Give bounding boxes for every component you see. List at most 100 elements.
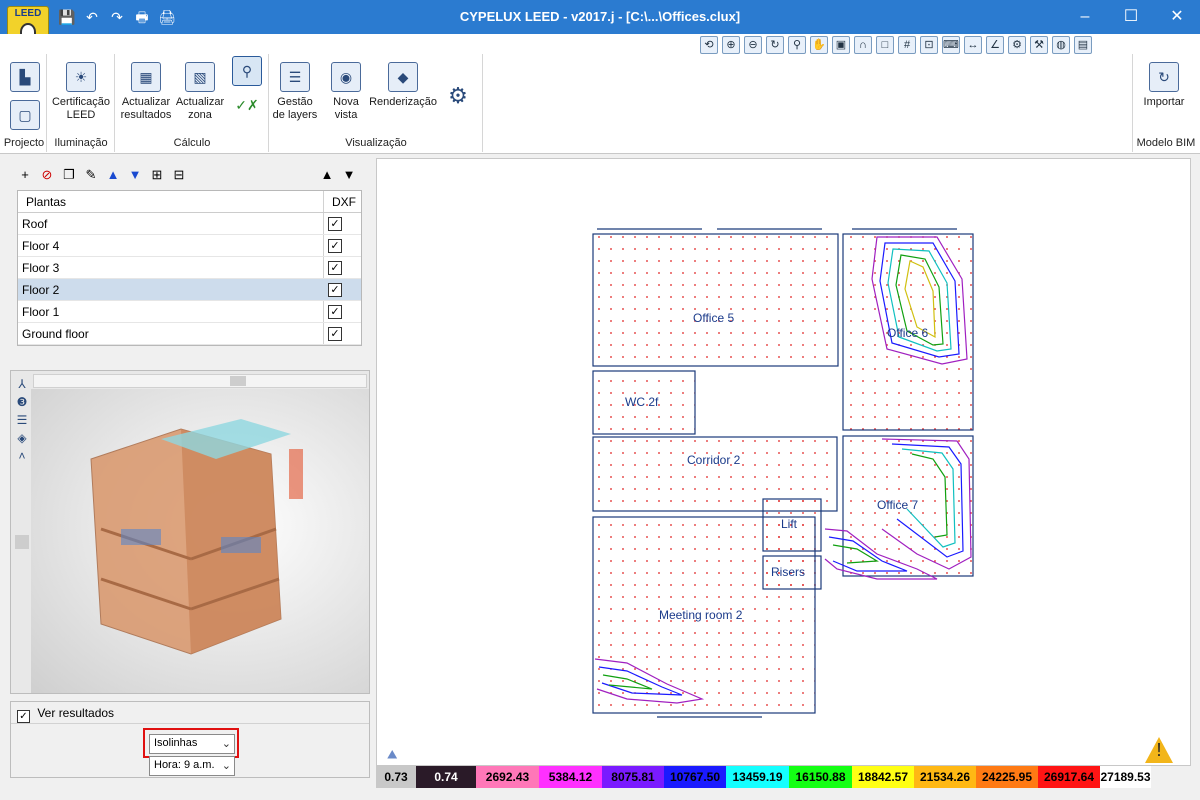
settings-button[interactable]: ⚙ — [442, 80, 474, 114]
square-icon[interactable]: □ — [876, 36, 894, 54]
importar-button[interactable]: ↻ Importar — [1140, 62, 1188, 109]
scroll-up-arrow-icon[interactable]: ˄ — [15, 447, 29, 465]
room-label-risers: Risers — [771, 565, 805, 579]
scale-value: 26917.64 — [1038, 766, 1100, 788]
time-select[interactable]: Hora: 9 a.m. ⌄ — [149, 756, 235, 776]
vertical-scrollbar[interactable] — [15, 531, 29, 691]
dxf-import-icon[interactable]: ⊞ — [149, 167, 165, 183]
nova-vista-button[interactable]: ◉ Nova vista — [324, 62, 368, 122]
3d-icon[interactable]: ❸ — [15, 393, 29, 411]
eye-icon: ◉ — [331, 62, 361, 92]
floors-toolbar: + ⊘ ❐ ✎ ▲ ▼ ⊞ ⊟ ▲ ▼ — [17, 164, 367, 186]
book-icon[interactable]: ▤ — [1074, 36, 1092, 54]
certificacao-button[interactable]: ☀ Certificação LEED — [50, 62, 112, 122]
grid-icon[interactable]: # — [898, 36, 916, 54]
color-scale-legend: 0.73 0.74 2692.43 5384.12 8075.81 10767.… — [376, 766, 1191, 788]
floor-row[interactable]: Floor 3 ✓ — [18, 257, 361, 279]
building-model — [90, 419, 303, 655]
rotate-icon[interactable]: ↻ — [766, 36, 784, 54]
angle-icon[interactable]: ∠ — [986, 36, 1004, 54]
edit-floor-icon[interactable]: ✎ — [83, 167, 99, 183]
dxf-checkbox[interactable]: ✓ — [328, 327, 342, 341]
layers-view-icon[interactable]: ☰ — [15, 411, 29, 429]
ribbon: ⟲ ⊕ ⊖ ↻ ⚲ ✋ ▣ ∩ □ # ⊡ ⌨ ↔ ∠ ⚙ ⚒ ◍ ▤ ▙ ▢ … — [0, 34, 1200, 154]
close-button[interactable]: ✕ — [1154, 0, 1200, 34]
dxf-edit-icon[interactable]: ⊟ — [171, 167, 187, 183]
show-results-label: Ver resultados — [37, 706, 115, 720]
floor-row-selected[interactable]: Floor 2 ✓ — [18, 279, 361, 301]
minimize-button[interactable]: – — [1062, 0, 1108, 34]
scale-value: 10767.50 — [664, 766, 726, 788]
room-label-lift: Lift — [781, 517, 798, 531]
gear-icon: ⚙ — [448, 82, 468, 108]
zoom-window-icon[interactable]: ⟲ — [700, 36, 718, 54]
group-label-projecto: Projecto — [3, 137, 45, 149]
results-panel: ✓ Ver resultados Isolinhas ⌄ Hora: 9 a.m… — [10, 701, 370, 778]
check-results-button[interactable]: ⚲ ✓✗ — [228, 56, 266, 124]
mode-select[interactable]: Isolinhas ⌄ — [149, 734, 235, 754]
chevron-down-icon: ⌄ — [221, 738, 231, 750]
plantas-header: Plantas — [26, 195, 67, 209]
group-label-visualizacao: Visualização — [345, 137, 407, 149]
redraw-icon[interactable]: ▣ — [832, 36, 850, 54]
project-view-icon: ▙ — [10, 62, 40, 92]
zone-calculator-icon: ▧ — [185, 62, 215, 92]
delete-floor-icon[interactable]: ⊘ — [39, 167, 55, 183]
dxf-checkbox[interactable]: ✓ — [328, 217, 342, 231]
actualizar-resultados-button[interactable]: ▦ Actualizar resultados — [118, 62, 174, 122]
scale-value: 16150.88 — [789, 766, 852, 788]
scale-value: 27189.53 — [1100, 766, 1151, 788]
check-cross-icon: ✓✗ — [235, 96, 259, 113]
pan-icon[interactable]: ✋ — [810, 36, 828, 54]
3d-view-panel: ⅄ ❸ ☰ ◈ ˄ — [10, 370, 370, 694]
floor-row[interactable]: Roof ✓ — [18, 213, 361, 235]
gestao-layers-button[interactable]: ☰ Gestão de layers — [272, 62, 318, 122]
results-header: ✓ Ver resultados — [11, 702, 369, 724]
scale-value: 5384.12 — [539, 766, 602, 788]
move-up-icon[interactable]: ▲ — [105, 167, 121, 183]
scroll-down-icon[interactable]: ▼ — [341, 167, 357, 183]
floor-row[interactable]: Floor 4 ✓ — [18, 235, 361, 257]
settings-grid-icon[interactable]: ⚙ — [1008, 36, 1026, 54]
dxf-checkbox[interactable]: ✓ — [328, 261, 342, 275]
scale-value: 8075.81 — [602, 766, 664, 788]
show-results-checkbox[interactable]: ✓ — [17, 710, 30, 723]
zoom-all-icon[interactable]: ⊕ — [722, 36, 740, 54]
floor-plan-canvas[interactable]: Office 5 Office 6 WC 2f Corridor 2 Offic… — [376, 158, 1191, 766]
scroll-thumb[interactable] — [230, 376, 246, 386]
floor-row[interactable]: Ground floor ✓ — [18, 323, 361, 345]
move-down-icon[interactable]: ▼ — [127, 167, 143, 183]
project-view2-button[interactable]: ▢ — [10, 100, 40, 134]
magnet-icon[interactable]: ∩ — [854, 36, 872, 54]
axes-icon[interactable]: ⅄ — [15, 375, 29, 393]
copy-floor-icon[interactable]: ❐ — [61, 167, 77, 183]
zoom-icon[interactable]: ⚲ — [788, 36, 806, 54]
vscroll-thumb[interactable] — [15, 535, 29, 549]
3d-building-render[interactable] — [31, 389, 369, 693]
zoom-previous-icon[interactable]: ⊖ — [744, 36, 762, 54]
floor-row[interactable]: Floor 1 ✓ — [18, 301, 361, 323]
scroll-up-icon[interactable]: ▲ — [319, 167, 335, 183]
maximize-button[interactable]: ☐ — [1108, 0, 1154, 34]
room-label-office-7: Office 7 — [877, 498, 918, 512]
actualizar-zona-button[interactable]: ▧ Actualizar zona — [174, 62, 226, 122]
north-arrow-icon: ⯅ — [385, 745, 400, 765]
layers-icon: ☰ — [280, 62, 310, 92]
tools-icon[interactable]: ⚒ — [1030, 36, 1048, 54]
dxf-checkbox[interactable]: ✓ — [328, 283, 342, 297]
snap-icon[interactable]: ⊡ — [920, 36, 938, 54]
horizontal-scrollbar[interactable] — [33, 374, 367, 388]
title-bar: 💾 ↶ ↷ 🖶 🖨 CYPELUX LEED - v2017.j - [C:\.… — [0, 0, 1200, 34]
project-view-button[interactable]: ▙ — [10, 62, 40, 96]
renderizacao-button[interactable]: ◆ Renderização — [368, 62, 438, 109]
keyboard-icon[interactable]: ⌨ — [942, 36, 960, 54]
dimension-icon[interactable]: ↔ — [964, 36, 982, 54]
add-floor-icon[interactable]: + — [17, 167, 33, 183]
cube-view-icon[interactable]: ◈ — [15, 429, 29, 447]
cube-icon: ◆ — [388, 62, 418, 92]
window-title: CYPELUX LEED - v2017.j - [C:\...\Offices… — [459, 9, 741, 24]
globe-icon[interactable]: ◍ — [1052, 36, 1070, 54]
dxf-checkbox[interactable]: ✓ — [328, 239, 342, 253]
scale-value: 18842.57 — [852, 766, 914, 788]
dxf-checkbox[interactable]: ✓ — [328, 305, 342, 319]
